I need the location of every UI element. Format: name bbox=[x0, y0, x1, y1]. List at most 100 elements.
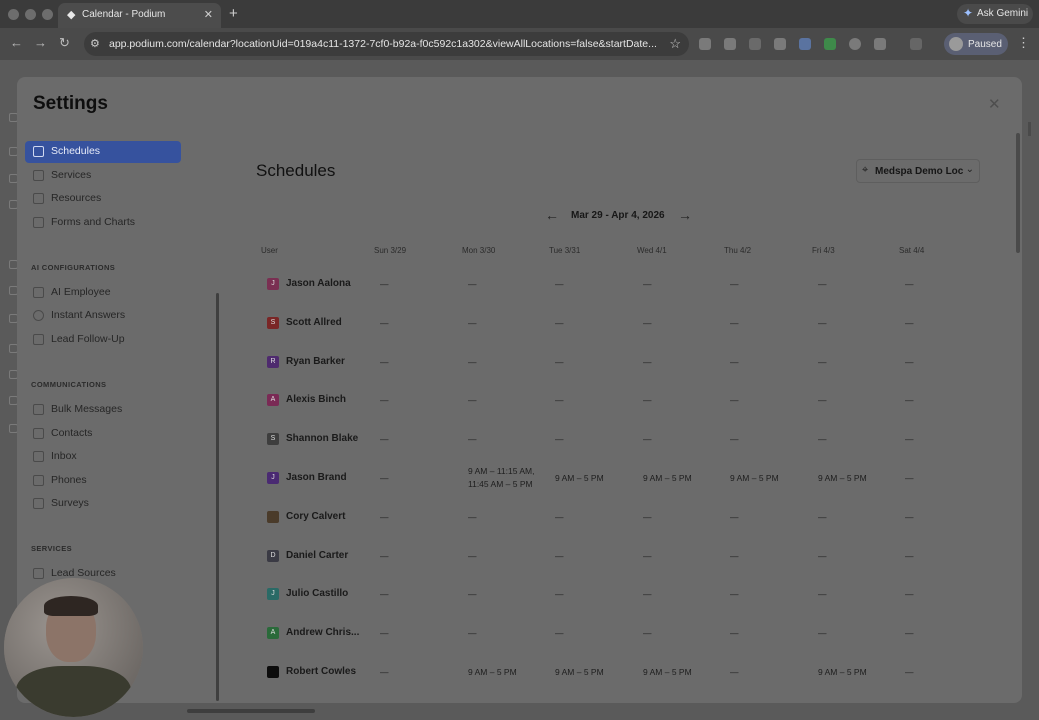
schedule-cell[interactable]: — bbox=[905, 666, 914, 679]
user-name[interactable]: Julio Castillo bbox=[286, 588, 360, 599]
schedule-cell[interactable]: — bbox=[380, 550, 389, 563]
schedule-cell[interactable]: — bbox=[555, 550, 564, 563]
new-tab-icon[interactable]: + bbox=[229, 5, 238, 22]
schedule-cell[interactable]: — bbox=[643, 550, 652, 563]
schedule-cell[interactable]: — bbox=[730, 317, 739, 330]
horizontal-scrollbar[interactable] bbox=[187, 709, 315, 713]
schedule-cell[interactable]: — bbox=[468, 356, 477, 369]
schedule-cell[interactable]: — bbox=[380, 278, 389, 291]
schedule-cell[interactable]: — bbox=[905, 356, 914, 369]
sidebar-item-resources[interactable]: Resources bbox=[25, 188, 181, 210]
schedule-cell[interactable]: — bbox=[730, 394, 739, 407]
table-row[interactable]: A Alexis Binch — — — — — — — bbox=[262, 382, 982, 420]
schedule-cell[interactable]: — bbox=[730, 433, 739, 446]
schedule-cell[interactable]: — bbox=[380, 394, 389, 407]
schedule-cell[interactable]: 9 AM – 5 PM bbox=[818, 472, 867, 485]
table-row[interactable]: R Ryan Barker — — — — — — — bbox=[262, 344, 982, 382]
schedule-cell[interactable]: — bbox=[730, 356, 739, 369]
table-row[interactable]: D Daniel Carter — — — — — — — bbox=[262, 538, 982, 576]
table-row[interactable]: J Julio Castillo — — — — — — — bbox=[262, 576, 982, 614]
schedule-cell[interactable]: — bbox=[905, 317, 914, 330]
schedule-cell[interactable]: — bbox=[818, 356, 827, 369]
schedule-cell[interactable]: — bbox=[468, 588, 477, 601]
back-arrow-icon[interactable]: ← bbox=[10, 35, 23, 50]
extension-icon[interactable] bbox=[849, 38, 861, 50]
extensions-puzzle-icon[interactable] bbox=[874, 38, 886, 50]
schedule-cell[interactable]: — bbox=[380, 433, 389, 446]
bookmark-star-icon[interactable]: ☆ bbox=[669, 36, 681, 52]
sidebar-item-contacts[interactable]: Contacts bbox=[25, 423, 181, 445]
user-name[interactable]: Jason Brand bbox=[286, 472, 360, 483]
schedule-cell[interactable]: — bbox=[555, 394, 564, 407]
schedule-cell[interactable]: — bbox=[643, 588, 652, 601]
schedule-cell[interactable]: 9 AM – 5 PM bbox=[643, 666, 692, 679]
schedule-cell[interactable]: — bbox=[730, 627, 739, 640]
schedule-cell[interactable]: — bbox=[555, 433, 564, 446]
table-row[interactable]: S Shannon Blake — — — — — — — bbox=[262, 421, 982, 459]
sidebar-item-schedules[interactable]: Schedules bbox=[25, 141, 181, 163]
location-select[interactable]: ⌖ Medspa Demo Loc ⌄ bbox=[856, 159, 980, 183]
close-icon[interactable]: ✕ bbox=[988, 95, 1001, 113]
schedule-cell[interactable]: 9 AM – 5 PM bbox=[468, 666, 517, 679]
user-name[interactable]: Alexis Binch bbox=[286, 394, 360, 405]
sidebar-item-forms-and-charts[interactable]: Forms and Charts bbox=[25, 212, 181, 234]
table-row[interactable]: Robert Cowles — 9 AM – 5 PM 9 AM – 5 PM 9 AM… bbox=[262, 654, 982, 692]
schedule-cell[interactable]: — bbox=[380, 666, 389, 679]
site-settings-icon[interactable]: ⚙ bbox=[90, 37, 100, 50]
schedule-cell[interactable]: — bbox=[818, 627, 827, 640]
extension-icon[interactable] bbox=[799, 38, 811, 50]
schedule-cell[interactable]: — bbox=[643, 356, 652, 369]
sidebar-item-ai-employee[interactable]: AI Employee bbox=[25, 282, 181, 304]
user-name[interactable]: Andrew Chris... bbox=[286, 627, 360, 638]
schedule-cell[interactable]: — bbox=[468, 511, 477, 524]
reload-icon[interactable]: ↻ bbox=[59, 35, 70, 51]
schedule-cell[interactable]: — bbox=[380, 627, 389, 640]
schedule-cell[interactable]: — bbox=[818, 433, 827, 446]
schedule-cell[interactable]: — bbox=[555, 588, 564, 601]
main-scrollbar[interactable] bbox=[1016, 133, 1020, 253]
schedule-cell[interactable]: — bbox=[643, 433, 652, 446]
schedule-cell[interactable]: — bbox=[380, 356, 389, 369]
user-name[interactable]: Scott Allred bbox=[286, 317, 360, 328]
schedule-cell[interactable]: — bbox=[468, 394, 477, 407]
table-row[interactable]: Cory Calvert — — — — — — — bbox=[262, 499, 982, 537]
table-row[interactable]: A Andrew Chris... — — — — — — — bbox=[262, 615, 982, 653]
schedule-cell[interactable]: — bbox=[905, 627, 914, 640]
extension-icon[interactable] bbox=[774, 38, 786, 50]
schedule-cell[interactable]: — bbox=[468, 550, 477, 563]
extension-icon[interactable] bbox=[724, 38, 736, 50]
user-name[interactable]: Robert Cowles bbox=[286, 666, 360, 677]
sidebar-item-bulk-messages[interactable]: Bulk Messages bbox=[25, 399, 181, 421]
schedule-cell[interactable]: — bbox=[905, 472, 914, 485]
minimize-window-button[interactable] bbox=[25, 9, 36, 20]
sidebar-item-phones[interactable]: Phones bbox=[25, 470, 181, 492]
schedule-cell[interactable]: — bbox=[468, 433, 477, 446]
schedule-cell[interactable]: 9 AM – 5 PM bbox=[555, 666, 604, 679]
schedule-cell[interactable]: — bbox=[818, 394, 827, 407]
user-name[interactable]: Jason Aalona bbox=[286, 278, 360, 289]
schedule-cell[interactable]: 9 AM – 11:15 AM, 11:45 AM – 5 PM bbox=[468, 465, 534, 491]
user-name[interactable]: Ryan Barker bbox=[286, 356, 360, 367]
schedule-cell[interactable]: — bbox=[643, 627, 652, 640]
table-row[interactable]: J Jason Brand — 9 AM – 11:15 AM, 11:45 AM –… bbox=[262, 460, 982, 498]
previous-week-arrow-icon[interactable]: ← bbox=[545, 207, 559, 223]
maximize-window-button[interactable] bbox=[42, 9, 53, 20]
next-week-arrow-icon[interactable]: → bbox=[678, 207, 692, 223]
schedule-cell[interactable]: — bbox=[730, 550, 739, 563]
user-name[interactable]: Cory Calvert bbox=[286, 511, 360, 522]
profile-paused-button[interactable]: Paused bbox=[944, 33, 1008, 55]
url-text[interactable]: app.podium.com/calendar?locationUid=019a… bbox=[109, 38, 657, 50]
schedule-cell[interactable]: 9 AM – 5 PM bbox=[730, 472, 779, 485]
schedule-cell[interactable]: — bbox=[730, 666, 739, 679]
schedule-cell[interactable]: — bbox=[818, 550, 827, 563]
browser-menu-icon[interactable]: ⋮ bbox=[1017, 35, 1030, 51]
schedule-cell[interactable]: — bbox=[818, 317, 827, 330]
address-bar[interactable]: ⚙ app.podium.com/calendar?locationUid=01… bbox=[84, 32, 689, 56]
tab-close-icon[interactable]: ✕ bbox=[204, 8, 213, 21]
extension-icon[interactable] bbox=[749, 38, 761, 50]
page-scrollbar[interactable] bbox=[1028, 122, 1031, 136]
schedule-cell[interactable]: — bbox=[905, 433, 914, 446]
schedule-cell[interactable]: — bbox=[818, 511, 827, 524]
schedule-cell[interactable]: — bbox=[643, 278, 652, 291]
schedule-cell[interactable]: — bbox=[555, 278, 564, 291]
